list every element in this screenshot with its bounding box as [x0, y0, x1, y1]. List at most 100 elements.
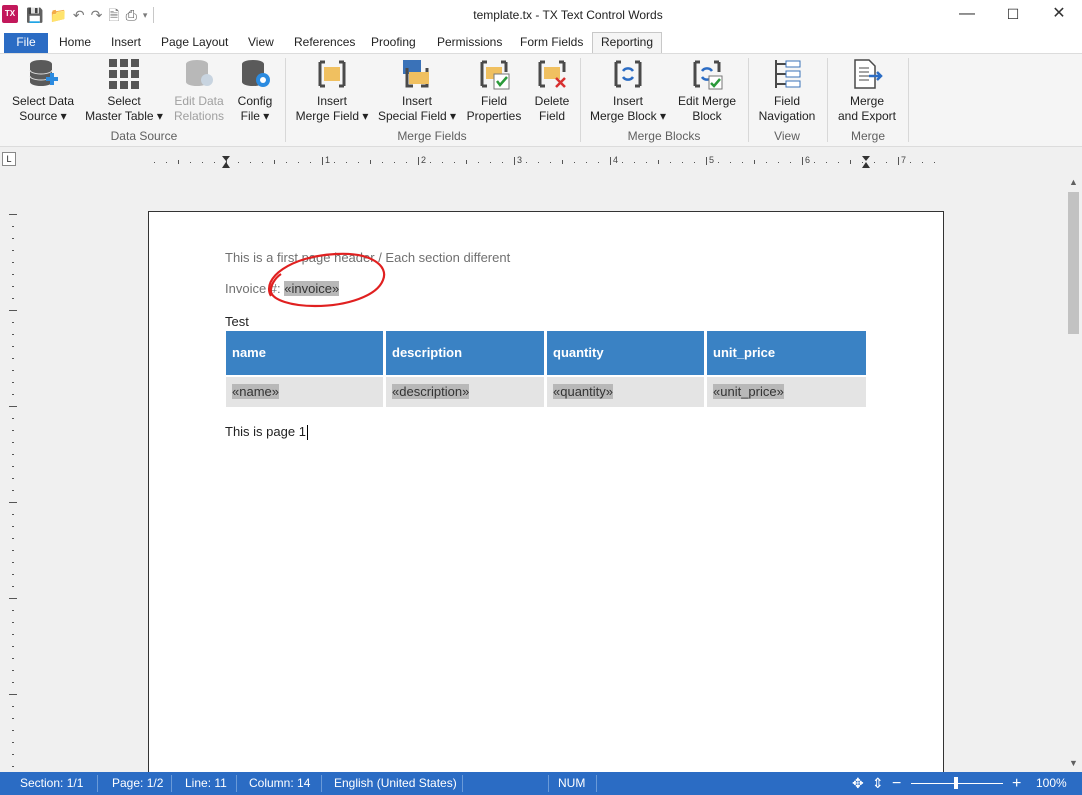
tab-permissions[interactable]: Permissions: [429, 33, 510, 53]
maximize-icon[interactable]: ☐: [990, 0, 1036, 30]
left-indent-marker: [222, 156, 230, 168]
ruler-tick: [12, 442, 14, 443]
ruler-tick: [370, 160, 371, 164]
document-page[interactable]: This is a first page header / Each secti…: [148, 211, 944, 772]
tab-reporting[interactable]: Reporting: [592, 32, 663, 54]
insert-merge-field-button[interactable]: Insert Merge Field ▾: [292, 58, 372, 124]
table-cell: «name»: [226, 377, 383, 407]
insert-special-field-button[interactable]: Insert Special Field ▾: [376, 58, 458, 124]
title-bar: TX 💾 📁 ↶ ↷ 🗎 ⎙ ▾ template.tx - TX Text C…: [0, 0, 1082, 30]
vertical-ruler[interactable]: [0, 174, 26, 772]
ruler-tick: [382, 162, 383, 163]
ruler-tick: [12, 610, 14, 611]
ruler-tick: [538, 162, 539, 163]
scrollbar-thumb[interactable]: [1068, 192, 1079, 334]
ruler-tick: [12, 658, 14, 659]
ruler-tick: [12, 574, 14, 575]
database-relations-icon: [183, 58, 215, 90]
ruler-tick: [694, 162, 695, 163]
merge-export-document-icon: [851, 58, 883, 90]
fit-page-icon[interactable]: ✥: [852, 772, 864, 795]
merge-and-export-button[interactable]: Merge and Export: [832, 58, 902, 124]
ruler-tick: [706, 157, 707, 165]
field-navigation-button[interactable]: Field Navigation: [754, 58, 820, 124]
delete-field-x-icon: [536, 58, 568, 90]
status-bar: Section: 1/1 Page: 1/2 Line: 11 Column: …: [0, 772, 1082, 795]
select-data-source-button[interactable]: Select Data Source ▾: [8, 58, 78, 124]
ruler-tick: [12, 490, 14, 491]
tab-insert[interactable]: Insert: [103, 33, 149, 53]
ruler-tick: [286, 162, 287, 163]
status-language[interactable]: English (United States): [334, 772, 457, 795]
group-separator: [827, 58, 828, 142]
tab-references[interactable]: References: [286, 33, 363, 53]
merge-field-unit-price[interactable]: «unit_price»: [713, 384, 784, 399]
zoom-in-icon[interactable]: +: [1012, 772, 1021, 795]
tab-proofing[interactable]: Proofing: [363, 33, 424, 53]
merge-field-description[interactable]: «description»: [392, 384, 470, 399]
tab-view[interactable]: View: [240, 33, 282, 53]
ruler-tick: [12, 718, 14, 719]
close-icon[interactable]: ✕: [1036, 0, 1082, 30]
ruler-tick: [718, 162, 719, 163]
merge-field-name[interactable]: «name»: [232, 384, 279, 399]
minimize-icon[interactable]: —: [944, 0, 990, 30]
tab-page-layout[interactable]: Page Layout: [153, 33, 236, 53]
document-area[interactable]: This is a first page header / Each secti…: [26, 174, 1065, 772]
zoom-slider-thumb[interactable]: [954, 777, 958, 789]
ruler-tick: [502, 162, 503, 163]
scroll-down-arrow-icon[interactable]: ▼: [1065, 755, 1082, 772]
group-separator: [908, 58, 909, 142]
scroll-up-arrow-icon[interactable]: ▲: [1065, 174, 1082, 191]
tab-form-fields[interactable]: Form Fields: [512, 33, 591, 53]
ruler-tick: [178, 160, 179, 164]
status-page: Page: 1/2: [112, 776, 164, 790]
field-properties-button[interactable]: Field Properties: [462, 58, 526, 124]
test-text: Test: [225, 314, 249, 329]
insert-merge-block-button[interactable]: Insert Merge Block ▾: [586, 58, 670, 124]
ruler-tick: [550, 162, 551, 163]
ruler-tick: [910, 162, 911, 163]
ruler-tick: [670, 162, 671, 163]
group-label-data-source: Data Source: [110, 129, 178, 143]
ruler-tick: [12, 466, 14, 467]
status-num-lock: NUM: [558, 776, 586, 790]
zoom-out-icon[interactable]: −: [892, 772, 901, 795]
table-cell: «description»: [386, 377, 544, 407]
ruler-tick: [12, 346, 14, 347]
ruler-tick: [358, 162, 359, 163]
ruler-tick: [12, 526, 14, 527]
ruler-tick: [12, 742, 14, 743]
ruler-tick: [214, 162, 215, 163]
ruler-number: 3: [517, 155, 522, 165]
group-label-merge-blocks: Merge Blocks: [627, 129, 701, 143]
ruler-tick: [238, 162, 239, 163]
ruler-tick: [9, 310, 17, 311]
status-section: Section: 1/1: [20, 776, 84, 790]
ruler-tick: [622, 162, 623, 163]
tab-file[interactable]: File: [4, 33, 48, 53]
config-file-button[interactable]: Config File ▾: [232, 58, 278, 124]
horizontal-ruler[interactable]: 1 2 3 4 5 6 7: [148, 154, 944, 168]
ruler-tick: [154, 162, 155, 163]
ruler-tick: [12, 394, 14, 395]
tab-home[interactable]: Home: [51, 33, 99, 53]
ruler-tick: [346, 162, 347, 163]
ruler-tick: [12, 370, 14, 371]
ruler-tick: [262, 162, 263, 163]
edit-merge-block-button[interactable]: Edit Merge Block: [674, 58, 740, 124]
ruler-number: 1: [325, 155, 330, 165]
ruler-tick: [514, 157, 515, 165]
select-master-table-button[interactable]: Select Master Table ▾: [84, 58, 164, 124]
tab-stop-selector[interactable]: L: [2, 152, 16, 166]
edit-data-relations-button[interactable]: Edit Data Relations: [168, 58, 230, 124]
ruler-tick: [12, 622, 14, 623]
vertical-scrollbar[interactable]: ▲ ▼: [1065, 174, 1082, 772]
table-header-quantity: quantity: [547, 331, 704, 375]
merge-field-quantity[interactable]: «quantity»: [553, 384, 613, 399]
table-header-description: description: [386, 331, 544, 375]
fit-width-icon[interactable]: ⇕: [872, 772, 884, 795]
ruler-tick: [9, 598, 17, 599]
delete-field-button[interactable]: Delete Field: [530, 58, 574, 124]
ruler-tick: [12, 238, 14, 239]
